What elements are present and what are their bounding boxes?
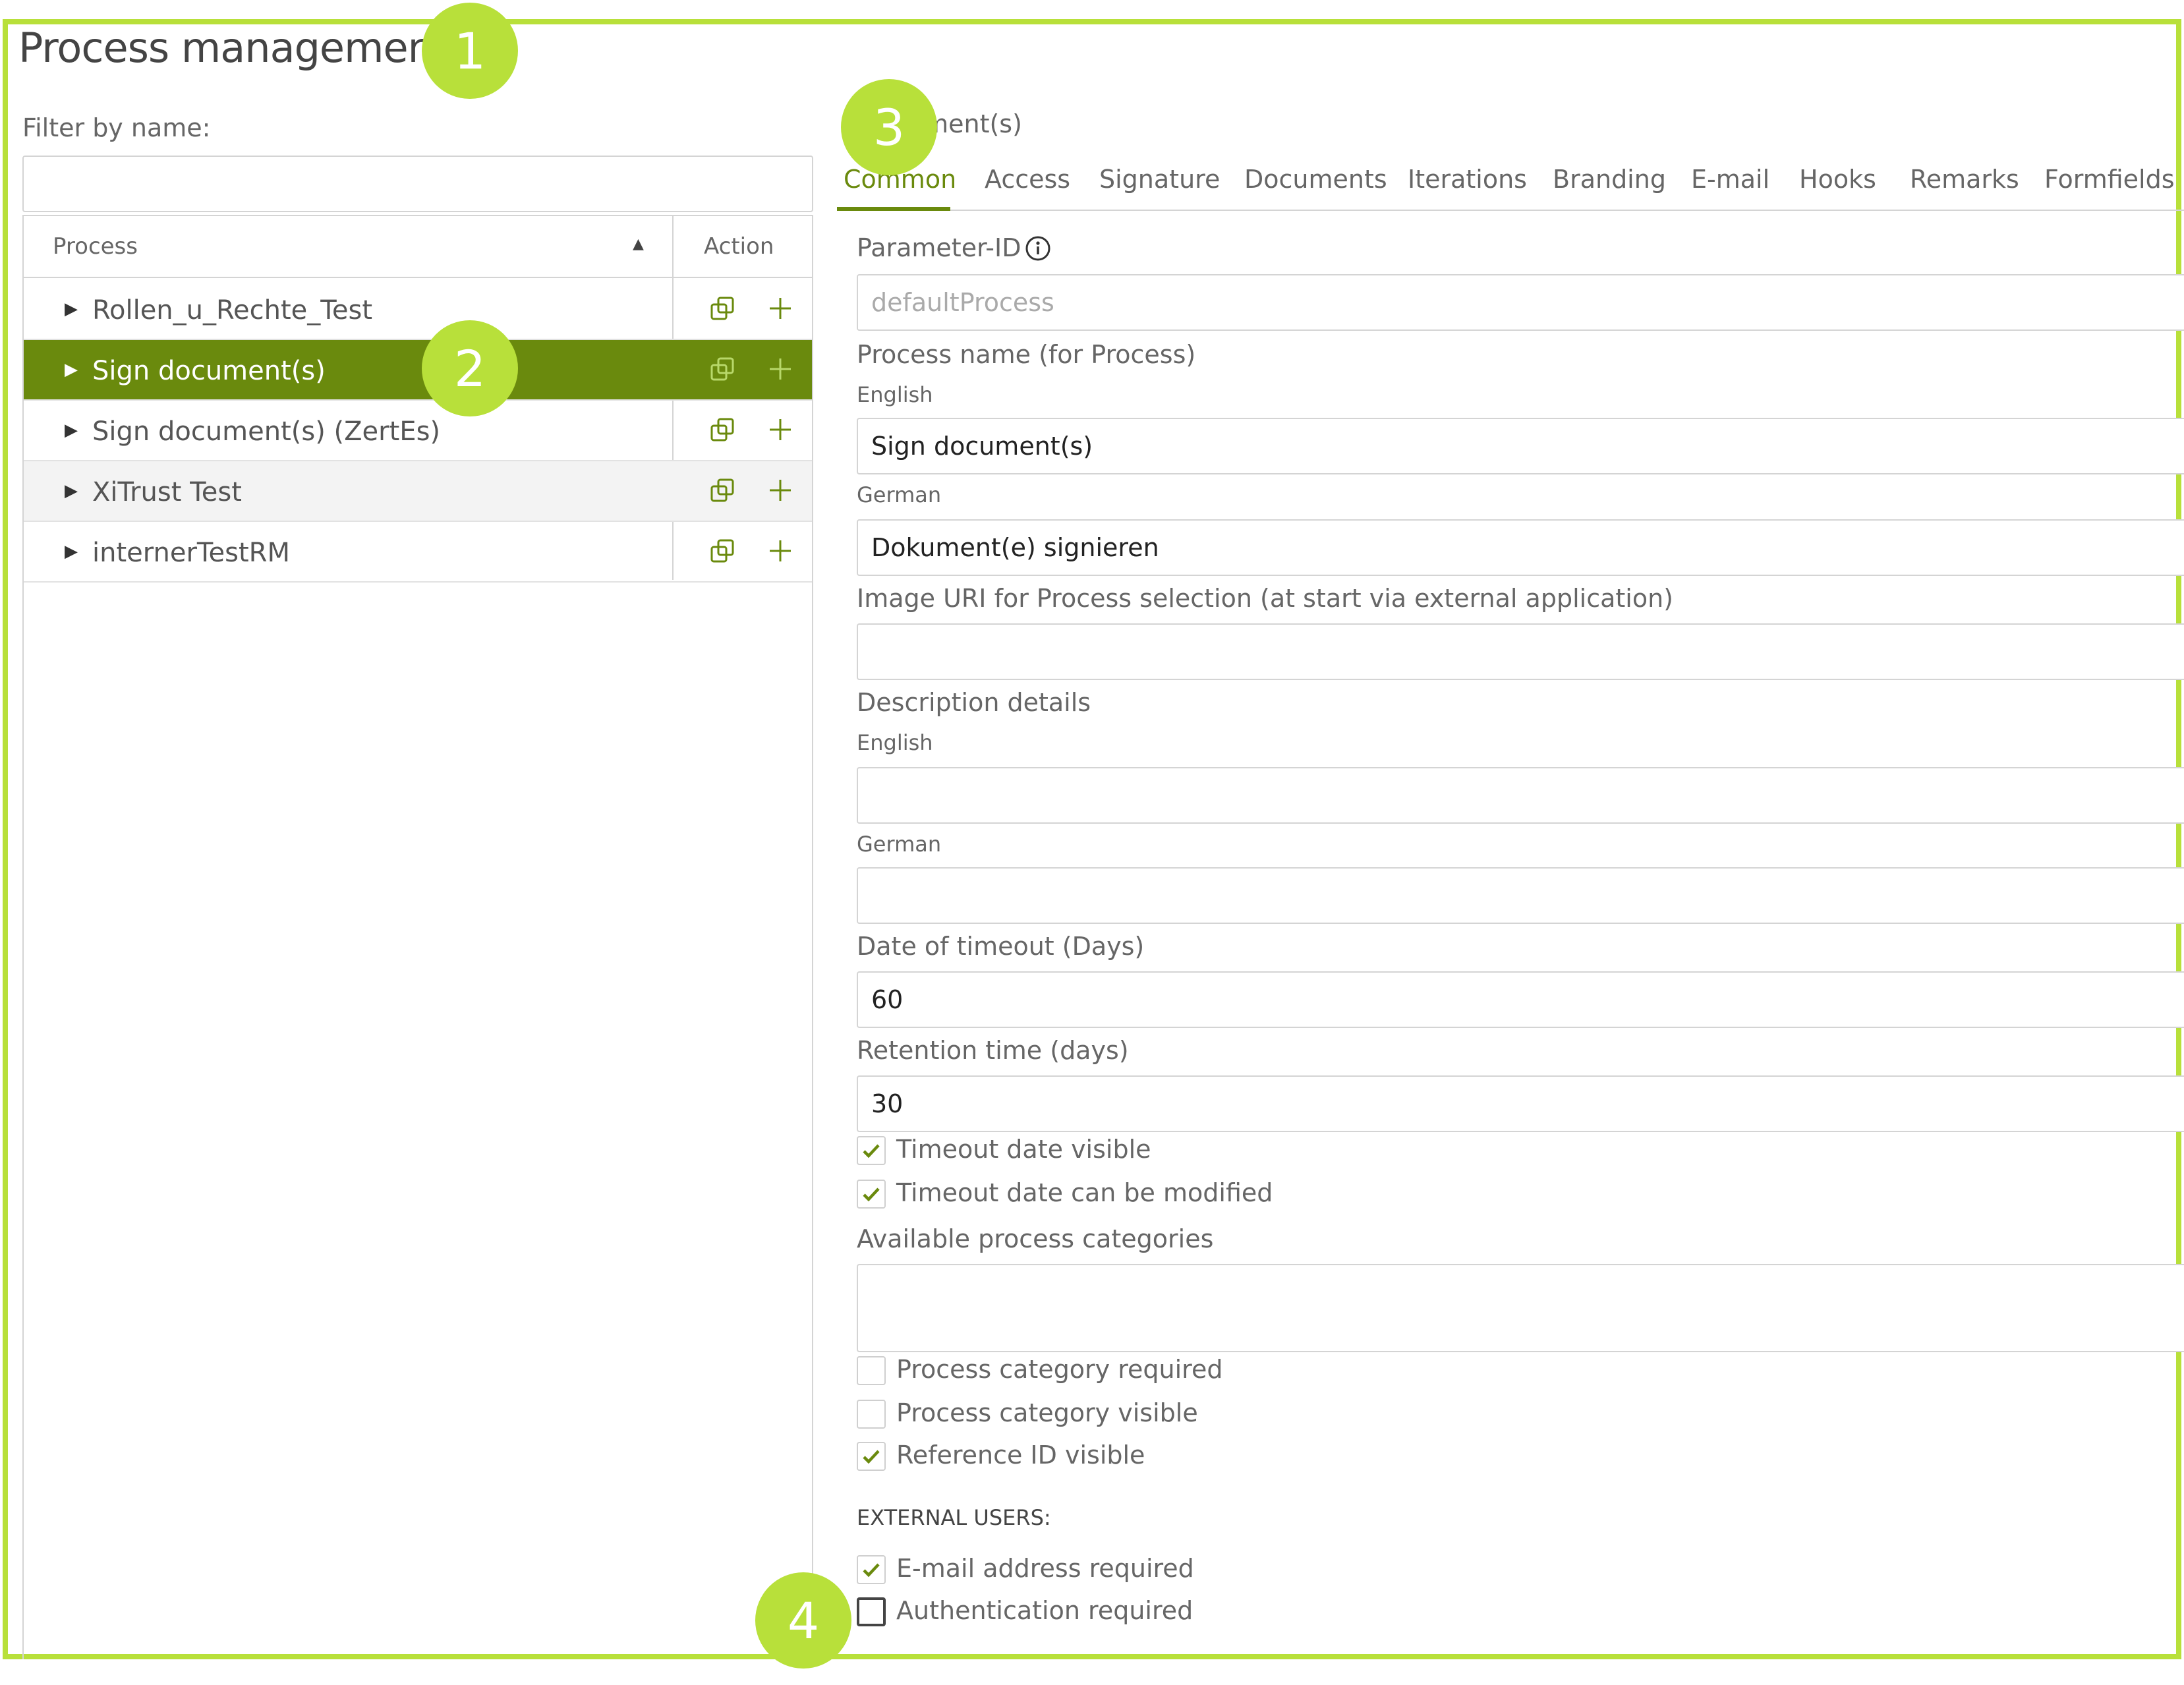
- tab-email[interactable]: E-mail: [1691, 165, 1769, 194]
- callout-badge-2: 2: [422, 320, 518, 416]
- retention-days-input[interactable]: [857, 1075, 2184, 1132]
- image-uri-label: Image URI for Process selection (at star…: [857, 584, 1673, 613]
- callout-badge-1: 1: [422, 3, 518, 99]
- tab-documents[interactable]: Documents: [1244, 165, 1387, 194]
- checkbox-label: Timeout date can be modified: [896, 1178, 1273, 1207]
- process-table: Process ▲ Action ▶ Rollen_u_Rechte_Test …: [22, 215, 813, 1659]
- tab-remarks[interactable]: Remarks: [1910, 165, 2019, 194]
- timeout-label: Date of timeout (Days): [857, 932, 1145, 961]
- column-header-process[interactable]: Process: [53, 233, 138, 260]
- table-row[interactable]: ▶ XiTrust Test: [24, 461, 812, 522]
- parameter-id-input: [857, 274, 2184, 331]
- active-tab-indicator: [837, 207, 950, 211]
- retention-label: Retention time (days): [857, 1036, 1129, 1065]
- description-german-label: German: [857, 832, 942, 857]
- description-german-input[interactable]: [857, 867, 2184, 924]
- filter-input[interactable]: [22, 156, 813, 212]
- checkbox-label: Reference ID visible: [896, 1441, 1145, 1470]
- process-name: Sign document(s) (ZertEs): [92, 416, 441, 447]
- tab-access[interactable]: Access: [985, 165, 1070, 194]
- expand-caret-icon[interactable]: ▶: [65, 542, 78, 561]
- callout-badge-3: 3: [841, 79, 937, 175]
- tab-hooks[interactable]: Hooks: [1799, 165, 1876, 194]
- expand-caret-icon[interactable]: ▶: [65, 481, 78, 501]
- checkbox-label: E-mail address required: [896, 1554, 1194, 1583]
- parameter-id-label: Parameter-ID: [857, 233, 1021, 262]
- table-row[interactable]: ▶ Sign document(s) (ZertEs): [24, 401, 812, 461]
- duplicate-icon[interactable]: [709, 538, 738, 567]
- add-icon[interactable]: [766, 476, 795, 505]
- duplicate-icon[interactable]: [709, 356, 738, 385]
- description-label: Description details: [857, 688, 1091, 717]
- add-icon[interactable]: [766, 294, 795, 323]
- external-users-heading: EXTERNAL USERS:: [857, 1505, 1051, 1530]
- filter-label: Filter by name:: [22, 113, 211, 142]
- tab-iterations[interactable]: Iterations: [1408, 165, 1527, 194]
- process-name-german-input[interactable]: [857, 519, 2184, 576]
- description-english-input[interactable]: [857, 767, 2184, 824]
- table-header: Process ▲ Action: [24, 216, 812, 278]
- callout-badge-4: 4: [755, 1572, 851, 1669]
- duplicate-icon[interactable]: [709, 477, 738, 506]
- add-icon[interactable]: [766, 536, 795, 565]
- process-categories-select[interactable]: [857, 1264, 2184, 1352]
- add-icon[interactable]: [766, 415, 795, 444]
- description-english-label: English: [857, 730, 933, 755]
- detail-tabs: Common Access Signature Documents Iterat…: [837, 156, 2184, 211]
- process-name: XiTrust Test: [92, 477, 242, 507]
- process-name: Sign document(s): [92, 356, 326, 386]
- expand-caret-icon[interactable]: ▶: [65, 360, 78, 380]
- expand-caret-icon[interactable]: ▶: [65, 299, 78, 319]
- categories-label: Available process categories: [857, 1224, 1214, 1253]
- duplicate-icon[interactable]: [709, 295, 738, 324]
- checkbox[interactable]: [857, 1597, 886, 1626]
- checkbox[interactable]: [857, 1356, 886, 1385]
- sort-ascending-icon[interactable]: ▲: [633, 236, 644, 252]
- timeout-days-input[interactable]: [857, 971, 2184, 1028]
- checkbox-label: Process category visible: [896, 1398, 1198, 1427]
- tab-formfields[interactable]: Formfields: [2044, 165, 2175, 194]
- process-name: internerTestRM: [92, 538, 290, 568]
- process-name-english-input[interactable]: [857, 418, 2184, 474]
- duplicate-icon[interactable]: [709, 416, 738, 445]
- english-label: English: [857, 382, 933, 407]
- expand-caret-icon[interactable]: ▶: [65, 420, 78, 440]
- table-row[interactable]: ▶ internerTestRM: [24, 522, 812, 583]
- tab-signature[interactable]: Signature: [1099, 165, 1220, 194]
- checkbox-label: Authentication required: [896, 1596, 1193, 1625]
- process-name: Rollen_u_Rechte_Test: [92, 295, 373, 326]
- checkbox[interactable]: [857, 1180, 886, 1209]
- tab-branding[interactable]: Branding: [1553, 165, 1666, 194]
- table-row-selected[interactable]: ▶ Sign document(s): [24, 340, 812, 401]
- checkbox[interactable]: [857, 1442, 886, 1471]
- checkbox-label: Timeout date visible: [896, 1135, 1151, 1164]
- checkbox[interactable]: [857, 1555, 886, 1584]
- checkbox[interactable]: [857, 1136, 886, 1165]
- column-header-action: Action: [704, 233, 774, 260]
- german-label: German: [857, 482, 942, 507]
- page-title: Process management: [18, 24, 449, 72]
- image-uri-input[interactable]: [857, 623, 2184, 680]
- checkbox[interactable]: [857, 1400, 886, 1429]
- info-icon[interactable]: [1024, 235, 1052, 262]
- add-icon[interactable]: [766, 355, 795, 384]
- process-name-label: Process name (for Process): [857, 340, 1196, 369]
- table-row[interactable]: ▶ Rollen_u_Rechte_Test: [24, 279, 812, 340]
- checkbox-label: Process category required: [896, 1355, 1223, 1384]
